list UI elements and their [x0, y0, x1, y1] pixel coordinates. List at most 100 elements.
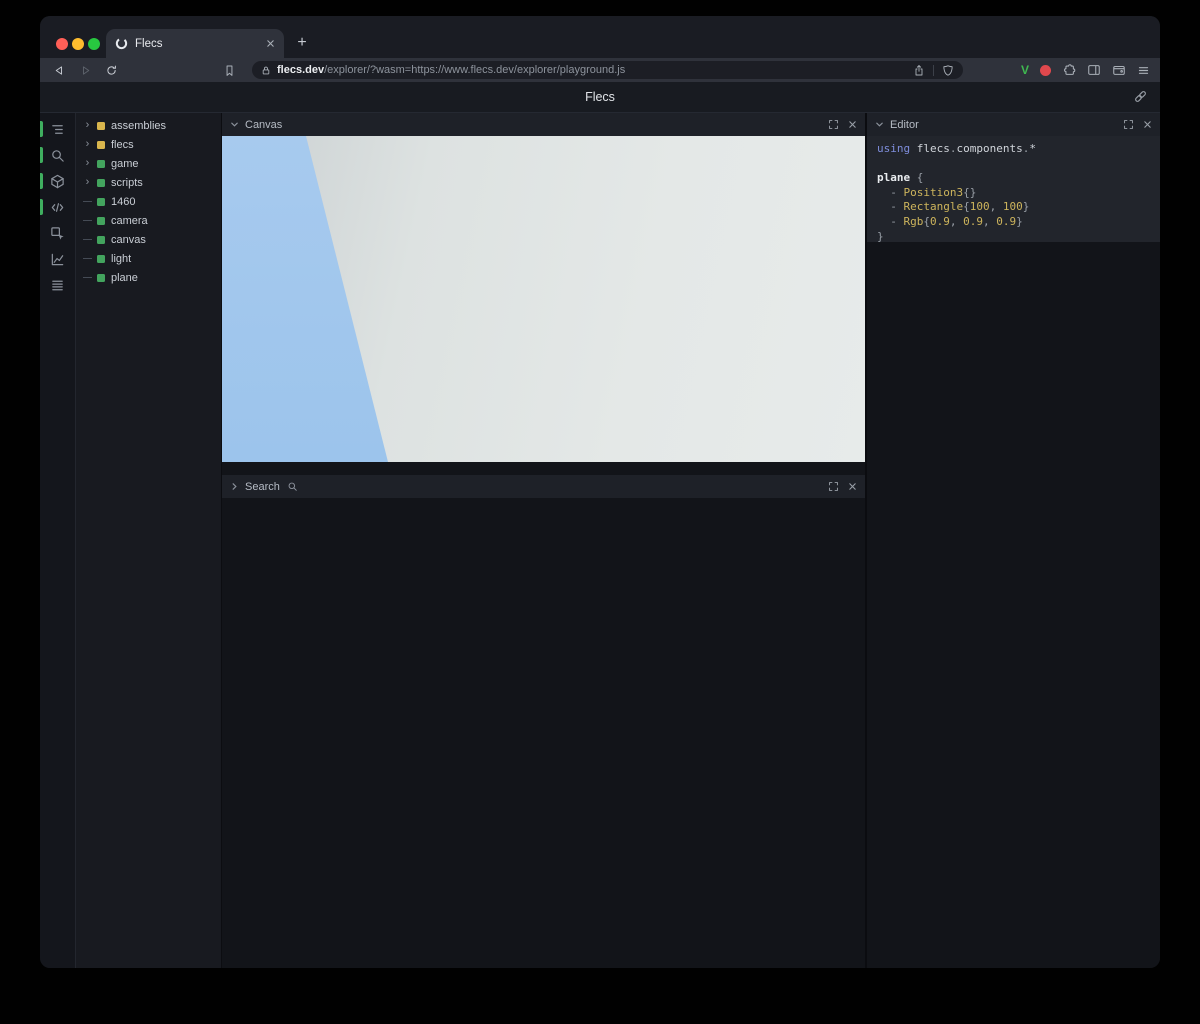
menu-icon[interactable]: [1137, 64, 1150, 77]
entity-color-icon: [97, 122, 105, 130]
fullscreen-icon[interactable]: [828, 481, 839, 492]
editor-panel-header: Editor: [867, 113, 1160, 136]
editor-empty-area: [867, 242, 1160, 968]
canvas-scene[interactable]: [222, 136, 865, 462]
panel-gap: [222, 462, 865, 475]
lock-icon[interactable]: [261, 65, 271, 76]
activity-item-queries[interactable]: [40, 272, 75, 298]
url-bar[interactable]: flecs.dev/explorer/?wasm=https://www.fle…: [252, 61, 963, 79]
tree-connector: [83, 201, 92, 202]
browser-window: Flecs +: [40, 16, 1160, 968]
entity-label: assemblies: [110, 120, 166, 132]
url-domain: flecs.dev: [277, 64, 324, 76]
code-line: [877, 157, 1150, 172]
tree-item-game[interactable]: › game: [76, 154, 221, 173]
new-tab-button[interactable]: +: [290, 31, 314, 55]
close-icon[interactable]: [848, 482, 857, 491]
activity-item-code[interactable]: [40, 194, 75, 220]
fullscreen-icon[interactable]: [1123, 119, 1134, 130]
inspect-icon: [50, 226, 65, 241]
active-indicator: [40, 147, 43, 163]
share-icon[interactable]: [913, 64, 925, 77]
tree-item-camera[interactable]: camera: [76, 211, 221, 230]
tab-bar: Flecs +: [40, 16, 1160, 58]
close-icon[interactable]: [848, 120, 857, 129]
entities-icon: [50, 174, 65, 189]
traffic-light-close-button[interactable]: [56, 38, 68, 50]
page-title: Flecs: [585, 90, 615, 104]
search-icon: [287, 481, 298, 492]
bookmark-icon[interactable]: [220, 62, 238, 78]
entity-label: game: [110, 158, 139, 170]
tree-connector: [83, 239, 92, 240]
traffic-light-zoom-button[interactable]: [88, 38, 100, 50]
expand-chevron-icon[interactable]: ›: [83, 158, 92, 169]
scene-sky-region: [222, 136, 422, 462]
canvas-panel-title: Canvas: [245, 119, 282, 131]
reload-icon[interactable]: [102, 62, 120, 78]
code-icon: [50, 200, 65, 215]
editor-panel-actions: [1123, 119, 1152, 130]
code-line: }: [877, 230, 1150, 242]
tree-item-flecs[interactable]: › flecs: [76, 135, 221, 154]
back-icon[interactable]: [50, 62, 68, 78]
tree-connector: [83, 277, 92, 278]
editor-code[interactable]: using flecs.components.* plane { - Posit…: [867, 136, 1160, 242]
close-icon[interactable]: [1143, 120, 1152, 129]
tab-close-icon[interactable]: [266, 39, 275, 48]
extensions-puzzle-icon[interactable]: [1062, 63, 1076, 77]
tree-item-plane[interactable]: plane: [76, 268, 221, 287]
chevron-down-icon[interactable]: [875, 120, 884, 129]
wallet-icon[interactable]: [1112, 63, 1126, 77]
search-panel-actions: [828, 481, 857, 492]
tree-item-assemblies[interactable]: › assemblies: [76, 116, 221, 135]
activity-item-entities[interactable]: [40, 168, 75, 194]
entity-tree: › assemblies › flecs › game ›scripts1460camera…: [76, 113, 222, 968]
fullscreen-icon[interactable]: [828, 119, 839, 130]
tree-item-light[interactable]: light: [76, 249, 221, 268]
browser-tab[interactable]: Flecs: [106, 29, 284, 58]
activity-item-search[interactable]: [40, 142, 75, 168]
traffic-light-minimize-button[interactable]: [72, 38, 84, 50]
active-indicator: [40, 173, 43, 189]
extension-red-icon[interactable]: [1040, 65, 1051, 76]
expand-chevron-icon[interactable]: ›: [83, 120, 92, 131]
activity-item-outline[interactable]: [40, 116, 75, 142]
canvas-panel-actions: [828, 119, 857, 130]
expand-chevron-icon[interactable]: ›: [83, 139, 92, 150]
activity-item-stats[interactable]: [40, 246, 75, 272]
search-panel-header: Search: [222, 475, 865, 498]
entity-label: plane: [110, 272, 138, 284]
entity-label: flecs: [110, 139, 134, 151]
activity-bar: [40, 113, 76, 968]
app-header: Flecs: [40, 82, 1160, 113]
main-column: Canvas: [222, 113, 867, 968]
queries-icon: [50, 278, 65, 293]
canvas-panel-header: Canvas: [222, 113, 865, 136]
search-panel-title: Search: [245, 481, 280, 493]
search-icon: [50, 148, 65, 163]
chevron-right-icon[interactable]: [230, 482, 239, 491]
chevron-down-icon[interactable]: [230, 120, 239, 129]
entity-color-icon: [97, 217, 105, 225]
tree-item-scripts[interactable]: ›scripts: [76, 173, 221, 192]
navigation-bar: flecs.dev/explorer/?wasm=https://www.fle…: [40, 58, 1160, 82]
tree-item-canvas[interactable]: canvas: [76, 230, 221, 249]
tree-item-1460[interactable]: 1460: [76, 192, 221, 211]
activity-item-inspect[interactable]: [40, 220, 75, 246]
entity-color-icon: [97, 274, 105, 282]
active-indicator: [40, 199, 43, 215]
entity-color-icon: [97, 160, 105, 168]
sidebar-icon[interactable]: [1087, 63, 1101, 77]
link-icon[interactable]: [1133, 89, 1148, 104]
content-area: › assemblies › flecs › game ›scripts1460camera…: [40, 113, 1160, 968]
extension-v-icon[interactable]: V: [1021, 63, 1029, 77]
code-line: - Rgb{0.9, 0.9, 0.9}: [877, 215, 1150, 230]
forward-icon[interactable]: [76, 62, 94, 78]
flecs-favicon: [115, 37, 128, 50]
expand-chevron-icon[interactable]: ›: [83, 177, 92, 188]
code-line: - Position3{}: [877, 186, 1150, 201]
entity-color-icon: [97, 255, 105, 263]
shield-icon[interactable]: [942, 64, 954, 77]
active-indicator: [40, 121, 43, 137]
